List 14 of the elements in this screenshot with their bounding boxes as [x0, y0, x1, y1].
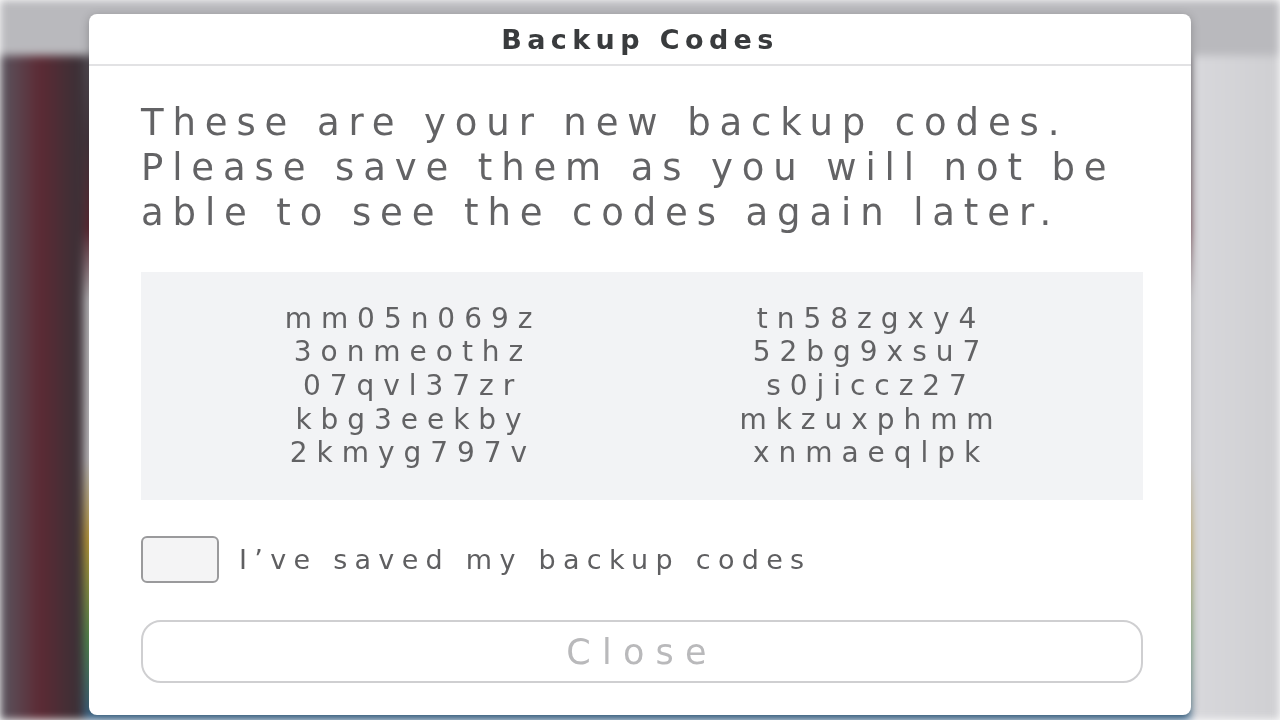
backup-code: mm05n069z [284, 302, 542, 335]
backup-code: tn58zgxy4 [756, 302, 986, 335]
confirm-checkbox[interactable] [141, 536, 219, 583]
backup-code: 2kmyg797v [289, 437, 537, 470]
backup-code: mkzuxphmm [739, 403, 1003, 436]
backup-code: kbg3eekby [295, 403, 531, 436]
backup-code: 3onmeothz [293, 336, 533, 369]
backup-code: s0jiccz27 [766, 370, 976, 402]
backup-code: 52bg9xsu7 [752, 336, 990, 369]
backup-code: 07qvl37zr [302, 370, 524, 402]
backup-code: xnmaeqlpk [752, 437, 990, 470]
checkbox-label: I’ve saved my backup codes [239, 544, 812, 575]
dialog-title: Backup Codes [501, 23, 779, 55]
instruction-text: These are your new backup codes. Please save them as you will not be able to see the codes again later. [141, 100, 1117, 235]
